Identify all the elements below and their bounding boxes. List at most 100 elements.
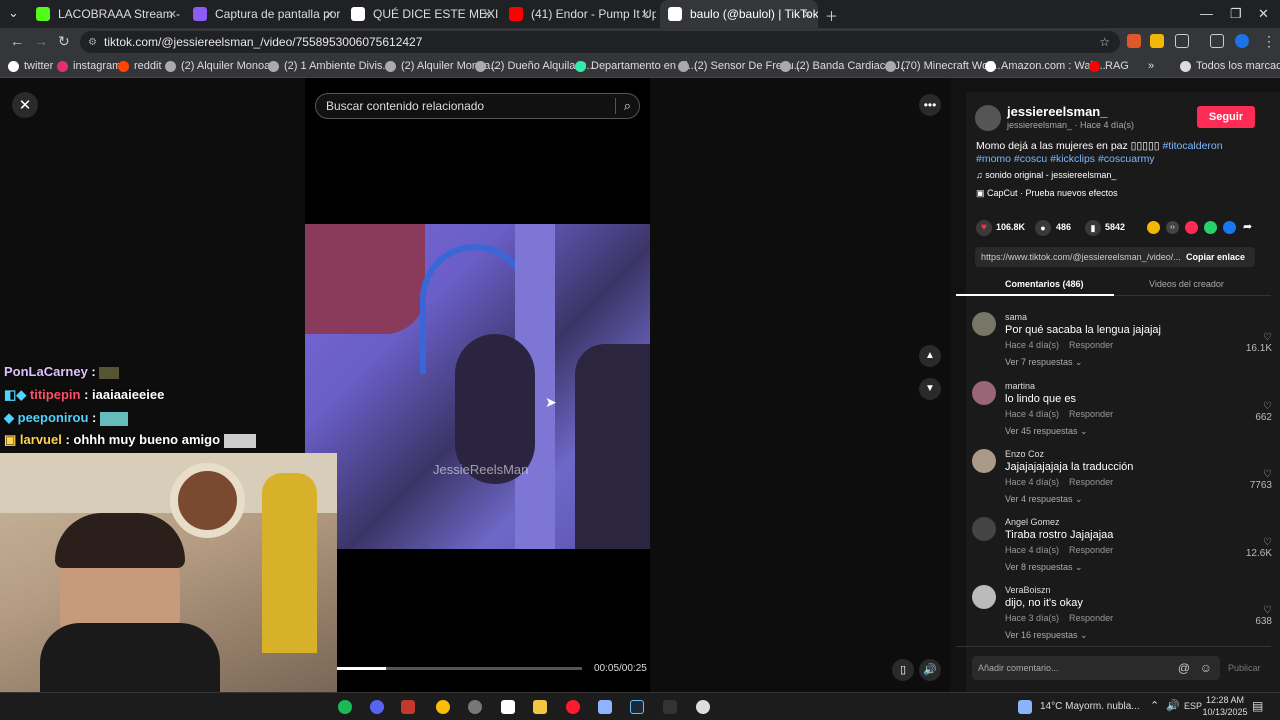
- weather-text[interactable]: 14°C Mayorm. nubla...: [1040, 701, 1140, 712]
- previous-video-button[interactable]: ▲: [919, 345, 941, 367]
- share-link-box[interactable]: https://www.tiktok.com/@jessiereelsman_/…: [975, 247, 1255, 267]
- emoji-icon[interactable]: ☺: [1200, 656, 1212, 680]
- avatar[interactable]: [972, 381, 996, 405]
- close-icon[interactable]: ✕: [483, 8, 492, 21]
- bookmark-item[interactable]: Amazon.com : Wah...: [985, 60, 1106, 72]
- bookmark-item[interactable]: »: [1148, 60, 1154, 72]
- discord-icon[interactable]: [370, 700, 384, 714]
- new-tab-icon[interactable]: ＋: [825, 6, 838, 25]
- reload-icon[interactable]: ↻: [58, 33, 70, 50]
- bookmark-item[interactable]: (2) 1 Ambiente Divis...: [268, 60, 392, 72]
- speaker-icon[interactable]: 🔊: [1166, 699, 1180, 712]
- comment-like[interactable]: ♡ 12.6K: [1226, 537, 1272, 559]
- post-comment-button[interactable]: Publicar: [1228, 663, 1261, 673]
- bookmark-item[interactable]: instagram: [57, 60, 121, 72]
- next-video-button[interactable]: ▼: [919, 378, 941, 400]
- comment-like[interactable]: ♡ 7763: [1226, 469, 1272, 491]
- maximize-icon[interactable]: ❐: [1230, 6, 1242, 22]
- extensions-puzzle-icon[interactable]: [1175, 34, 1189, 48]
- reply-button[interactable]: Responder: [1069, 477, 1113, 487]
- minimize-icon[interactable]: —: [1200, 6, 1213, 21]
- whatsapp-icon[interactable]: [1204, 221, 1217, 234]
- tray-chevron-icon[interactable]: ⌃: [1150, 699, 1159, 712]
- heart-outline-icon[interactable]: ♡: [1226, 332, 1272, 343]
- search-input[interactable]: Buscar contenido relacionado ⌕: [315, 93, 640, 119]
- video-frame[interactable]: JessieReelsMan: [305, 224, 650, 549]
- view-replies-button[interactable]: Ver 45 respuestas ⌄: [1005, 426, 1088, 437]
- notifications-icon[interactable]: ▤: [1252, 699, 1263, 713]
- clock-date[interactable]: 10/13/2025: [1202, 707, 1248, 717]
- more-options-icon[interactable]: •••: [919, 94, 941, 116]
- heart-outline-icon[interactable]: ♡: [1226, 469, 1272, 480]
- avatar[interactable]: [972, 585, 996, 609]
- site-info-icon[interactable]: ⚙: [88, 37, 97, 48]
- close-icon[interactable]: ✕: [168, 8, 177, 21]
- follow-button[interactable]: Seguir: [1197, 106, 1255, 128]
- author-name[interactable]: jessiereelsman_: [1007, 104, 1107, 119]
- chrome-icon[interactable]: [436, 700, 450, 714]
- window-close-icon[interactable]: ✕: [1258, 6, 1269, 22]
- avatar[interactable]: [972, 449, 996, 473]
- tab-mexicano[interactable]: QUÉ DICE ESTE MEXICANO 😮 |✕: [343, 0, 498, 28]
- reply-button[interactable]: Responder: [1069, 545, 1113, 555]
- author-avatar[interactable]: [975, 105, 1001, 131]
- volume-icon[interactable]: 🔊: [919, 659, 941, 681]
- spotify-icon[interactable]: [338, 700, 352, 714]
- sound-row[interactable]: ♫ sonido original - jessiereelsman_: [976, 170, 1116, 180]
- bookmark-item[interactable]: Todos los marcadores: [1180, 60, 1280, 72]
- side-panel-icon[interactable]: [1210, 34, 1224, 48]
- close-icon[interactable]: ✕: [325, 8, 334, 21]
- view-replies-button[interactable]: Ver 4 respuestas ⌄: [1005, 494, 1083, 505]
- close-icon[interactable]: ✕: [641, 8, 650, 21]
- effect-row[interactable]: ▣ CapCut · Prueba nuevos efectos: [976, 188, 1118, 199]
- heart-outline-icon[interactable]: ♡: [1226, 537, 1272, 548]
- coin-icon[interactable]: [1147, 221, 1160, 234]
- comment-user[interactable]: Enzo Coz: [1005, 449, 1044, 459]
- profile-avatar-icon[interactable]: [1235, 34, 1249, 48]
- comment-like[interactable]: ♡ 638: [1226, 605, 1272, 627]
- back-icon[interactable]: ←: [10, 33, 24, 49]
- send-icon[interactable]: [1185, 221, 1198, 234]
- app-icon[interactable]: [696, 700, 710, 714]
- extension-icon[interactable]: [1127, 34, 1141, 48]
- extension-icon[interactable]: [1150, 34, 1164, 48]
- app-icon[interactable]: [663, 700, 677, 714]
- comment-user[interactable]: sama: [1005, 312, 1027, 322]
- comment-input[interactable]: Añadir comentario... @ ☺: [972, 656, 1220, 680]
- bookmark-icon[interactable]: ▮: [1085, 220, 1101, 236]
- facebook-icon[interactable]: [1223, 221, 1236, 234]
- comment-user[interactable]: martina: [1005, 381, 1035, 391]
- embed-icon[interactable]: ‹›: [1166, 221, 1179, 234]
- reply-button[interactable]: Responder: [1069, 340, 1113, 350]
- app-icon[interactable]: [501, 700, 515, 714]
- reply-button[interactable]: Responder: [1069, 409, 1113, 419]
- tab-creator-videos[interactable]: Videos del creador: [1149, 279, 1224, 289]
- tab-search-icon[interactable]: ⌄: [8, 5, 19, 21]
- app-icon[interactable]: [598, 700, 612, 714]
- steam-icon[interactable]: [630, 700, 644, 714]
- clock-time[interactable]: 12:28 AM: [1205, 695, 1245, 705]
- mention-icon[interactable]: @: [1178, 656, 1190, 680]
- bookmark-item[interactable]: twitter: [8, 60, 53, 72]
- avatar[interactable]: [972, 312, 996, 336]
- tab-lacobraaa[interactable]: LACOBRAAA Stream - Watch Li✕: [28, 0, 183, 28]
- comment-like[interactable]: ♡ 16.1K: [1226, 332, 1272, 354]
- tab-captura[interactable]: Captura de pantalla por Lightsh✕: [185, 0, 340, 28]
- reply-button[interactable]: Responder: [1069, 613, 1113, 623]
- avatar[interactable]: [972, 517, 996, 541]
- copy-link-button[interactable]: Copiar enlace: [1186, 247, 1245, 267]
- view-replies-button[interactable]: Ver 16 respuestas ⌄: [1005, 630, 1088, 641]
- comment-icon[interactable]: ●: [1035, 220, 1051, 236]
- tab-tiktok[interactable]: baulo (@baulol) | TikTok ✕: [660, 0, 818, 28]
- close-video-button[interactable]: ✕: [12, 92, 38, 118]
- bookmark-item[interactable]: reddit: [118, 60, 162, 72]
- tab-comments[interactable]: Comentarios (486): [1005, 279, 1084, 289]
- obs-icon[interactable]: [468, 700, 482, 714]
- address-bar[interactable]: ⚙ tiktok.com/@jessiereelsman_/video/7558…: [80, 31, 1120, 53]
- comment-like[interactable]: ♡ 662: [1226, 401, 1272, 423]
- video-progress-track[interactable]: [337, 667, 582, 670]
- voicemeeter-icon[interactable]: [401, 700, 415, 714]
- like-icon[interactable]: ♥: [976, 220, 992, 236]
- comment-user[interactable]: Angel Gomez: [1005, 517, 1060, 527]
- comment-user[interactable]: VeraBoiszn: [1005, 585, 1051, 595]
